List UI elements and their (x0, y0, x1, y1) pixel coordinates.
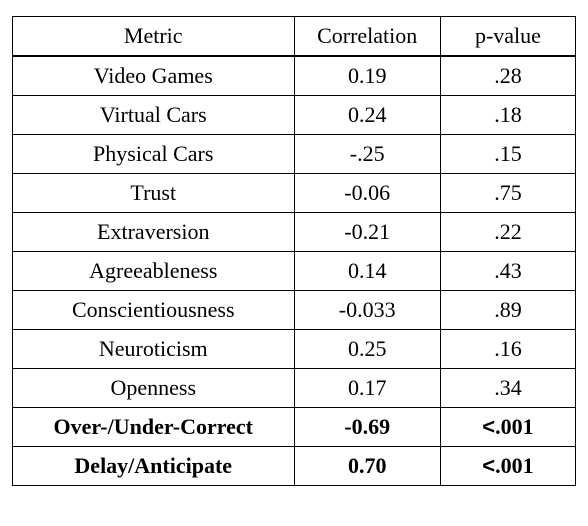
cell-correlation: -0.69 (294, 408, 440, 447)
cell-correlation: 0.24 (294, 96, 440, 135)
table-row: Video Games0.19.28 (13, 56, 576, 96)
cell-correlation: -0.21 (294, 213, 440, 252)
cell-pvalue: .34 (440, 369, 575, 408)
correlation-table: Metric Correlation p-value Video Games0.… (12, 16, 576, 486)
cell-metric: Trust (13, 174, 295, 213)
cell-pvalue: .28 (440, 56, 575, 96)
cell-correlation: -0.033 (294, 291, 440, 330)
header-pvalue: p-value (440, 17, 575, 57)
cell-pvalue: .15 (440, 135, 575, 174)
table-row: Agreeableness0.14.43 (13, 252, 576, 291)
pvalue-text: .001 (495, 414, 534, 439)
table-header-row: Metric Correlation p-value (13, 17, 576, 57)
cell-metric: Over-/Under-Correct (13, 408, 295, 447)
header-correlation: Correlation (294, 17, 440, 57)
cell-metric: Video Games (13, 56, 295, 96)
cell-pvalue: .16 (440, 330, 575, 369)
cell-pvalue: .43 (440, 252, 575, 291)
table-row: Openness0.17.34 (13, 369, 576, 408)
cell-correlation: 0.17 (294, 369, 440, 408)
cell-correlation: 0.25 (294, 330, 440, 369)
cell-correlation: -0.06 (294, 174, 440, 213)
table-row: Virtual Cars0.24.18 (13, 96, 576, 135)
cell-pvalue: .18 (440, 96, 575, 135)
table-row: Delay/Anticipate0.70<.001 (13, 447, 576, 486)
table-row: Neuroticism0.25.16 (13, 330, 576, 369)
pvalue-text: .001 (495, 453, 534, 478)
cell-pvalue: .75 (440, 174, 575, 213)
less-than-icon: < (482, 414, 495, 439)
cell-metric: Agreeableness (13, 252, 295, 291)
table-row: Extraversion-0.21.22 (13, 213, 576, 252)
cell-metric: Conscientiousness (13, 291, 295, 330)
less-than-icon: < (482, 453, 495, 478)
header-metric: Metric (13, 17, 295, 57)
table-row: Over-/Under-Correct-0.69<.001 (13, 408, 576, 447)
table-row: Trust-0.06.75 (13, 174, 576, 213)
cell-metric: Physical Cars (13, 135, 295, 174)
cell-pvalue: .22 (440, 213, 575, 252)
table-row: Conscientiousness-0.033.89 (13, 291, 576, 330)
cell-correlation: 0.14 (294, 252, 440, 291)
cell-metric: Extraversion (13, 213, 295, 252)
cell-metric: Openness (13, 369, 295, 408)
table-row: Physical Cars-.25.15 (13, 135, 576, 174)
cell-metric: Neuroticism (13, 330, 295, 369)
cell-correlation: 0.19 (294, 56, 440, 96)
cell-metric: Virtual Cars (13, 96, 295, 135)
cell-correlation: -.25 (294, 135, 440, 174)
cell-pvalue: <.001 (440, 408, 575, 447)
cell-metric: Delay/Anticipate (13, 447, 295, 486)
cell-correlation: 0.70 (294, 447, 440, 486)
cell-pvalue: <.001 (440, 447, 575, 486)
cell-pvalue: .89 (440, 291, 575, 330)
